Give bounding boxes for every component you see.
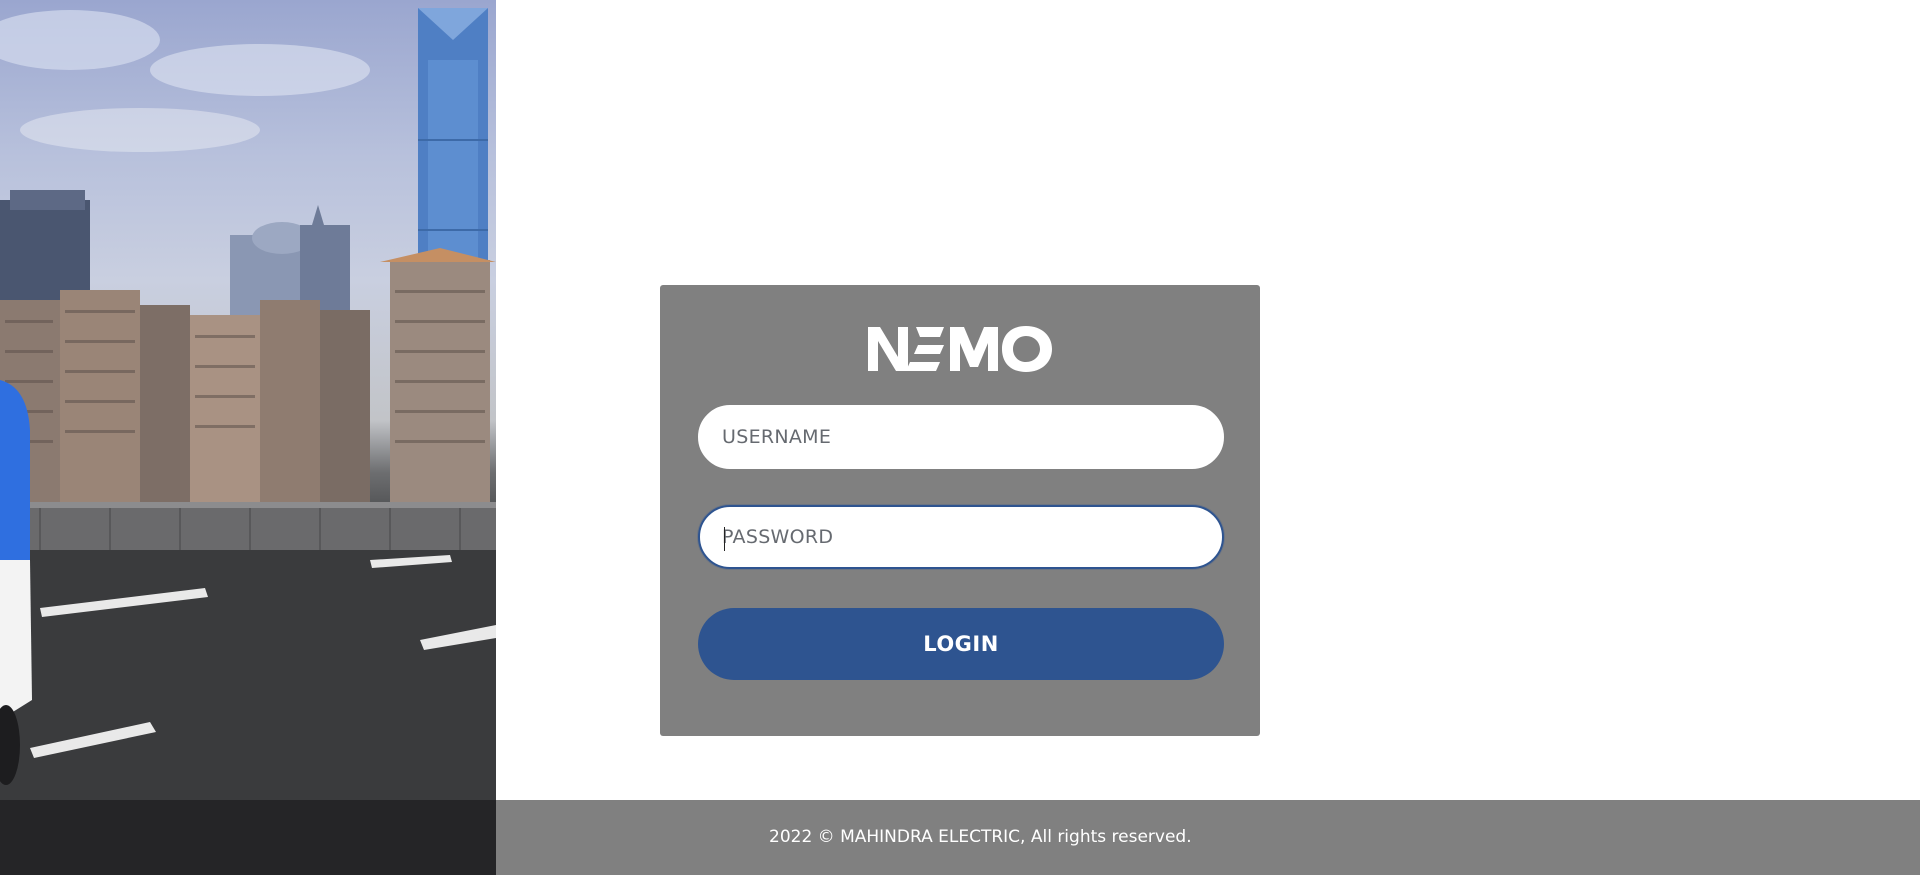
text-caret [724,527,725,551]
username-input[interactable] [722,407,1202,467]
password-field[interactable] [698,505,1224,569]
password-input[interactable] [722,507,1202,567]
nemo-logo [660,319,1260,379]
login-page: LOGIN 2022 © MAHINDRA ELECTRIC, All righ… [0,0,1920,875]
login-button[interactable]: LOGIN [698,608,1224,680]
hero-city-image [0,0,496,875]
footer-hero-overlay [0,800,496,875]
footer-bar [496,800,1920,875]
login-card: LOGIN [660,285,1260,736]
copyright-text: 2022 © MAHINDRA ELECTRIC, All rights res… [769,827,1192,847]
username-field[interactable] [698,405,1224,469]
